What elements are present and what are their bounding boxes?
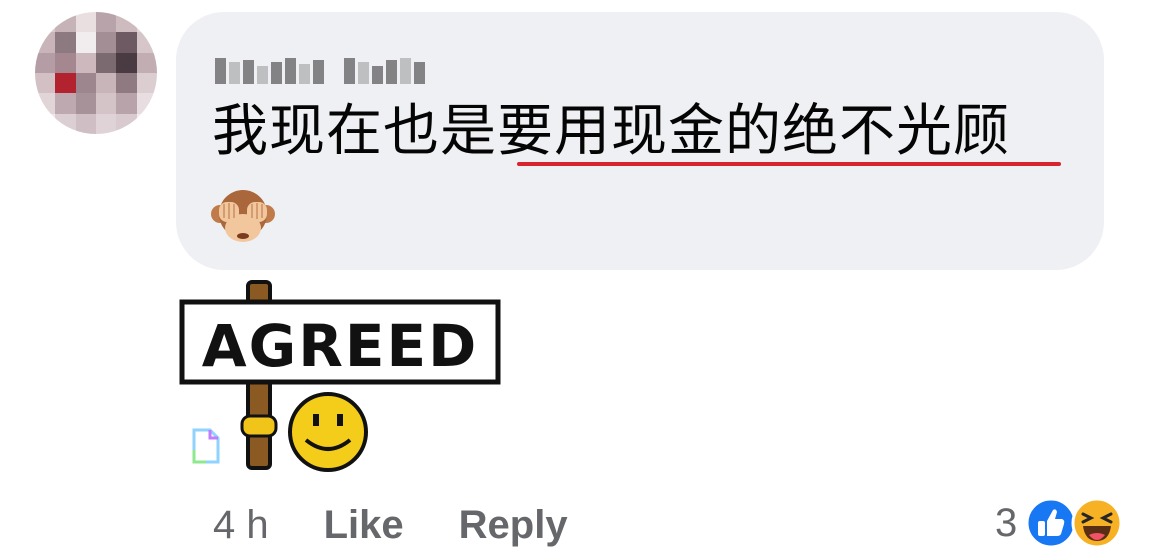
haha-reaction-icon (1071, 497, 1123, 549)
timestamp[interactable]: 4 h (213, 503, 269, 548)
reply-button[interactable]: Reply (459, 503, 568, 548)
like-button[interactable]: Like (324, 503, 404, 548)
broken-image-icon (192, 428, 220, 464)
see-no-evil-monkey-icon (211, 190, 275, 242)
reactions-summary[interactable]: 3 (995, 493, 1123, 553)
avatar[interactable] (35, 12, 157, 134)
reaction-count: 3 (995, 500, 1018, 545)
agreed-sticker-text: AGREED (202, 312, 479, 380)
spellcheck-underline (517, 162, 1061, 166)
author-name-redacted[interactable] (215, 44, 425, 84)
agreed-sticker[interactable]: AGREED (178, 280, 508, 475)
comment-text: 我现在也是要用现金的绝不光顾 (212, 99, 1010, 164)
like-reaction-icon (1025, 497, 1077, 549)
comment: 我现在也是要用现金的绝不光顾 AGREED 4 h Like Reply 3 (0, 0, 1170, 559)
comment-actions: 4 h Like Reply (213, 495, 623, 555)
